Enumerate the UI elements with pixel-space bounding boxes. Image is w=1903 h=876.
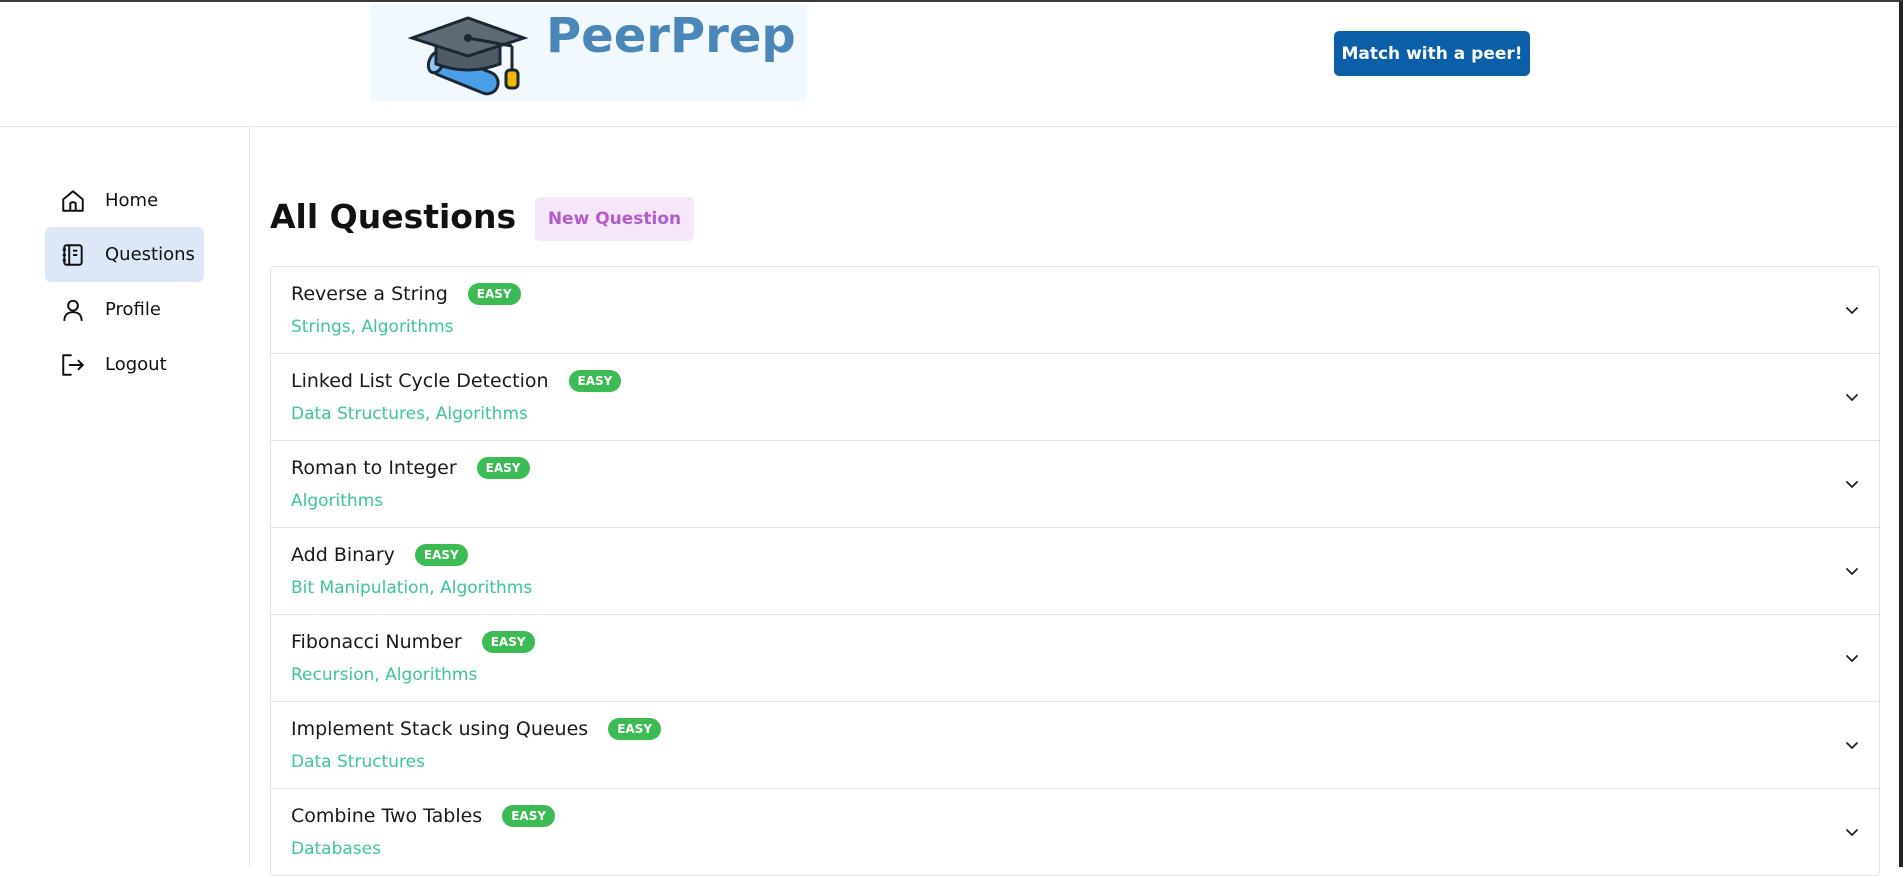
- question-title: Combine Two Tables: [291, 805, 483, 827]
- difficulty-badge: EASY: [481, 631, 535, 653]
- chevron-down-icon[interactable]: [1843, 475, 1861, 493]
- difficulty-badge: EASY: [608, 718, 662, 740]
- difficulty-badge: EASY: [568, 370, 622, 392]
- chevron-down-icon[interactable]: [1843, 823, 1861, 841]
- difficulty-badge: EASY: [467, 283, 521, 305]
- question-title: Fibonacci Number: [291, 631, 462, 653]
- sidebar-item-profile[interactable]: Profile: [45, 282, 204, 337]
- question-list: Reverse a String EASY Strings, Algorithm…: [270, 266, 1880, 876]
- question-item[interactable]: Fibonacci Number EASY Recursion, Algorit…: [271, 615, 1879, 702]
- question-categories: Recursion, Algorithms: [291, 665, 478, 685]
- sidebar-item-home[interactable]: Home: [45, 173, 204, 228]
- question-title: Linked List Cycle Detection: [291, 370, 549, 392]
- page-scrollbar[interactable]: [1899, 2, 1903, 867]
- main-content: All Questions New Question Reverse a Str…: [250, 127, 1899, 876]
- difficulty-badge: EASY: [476, 457, 530, 479]
- question-title: Add Binary: [291, 544, 395, 566]
- question-item[interactable]: Combine Two Tables EASY Databases: [271, 789, 1879, 875]
- logout-icon: [60, 352, 86, 378]
- page-title: All Questions: [270, 197, 517, 236]
- sidebar-item-label: Logout: [105, 354, 167, 375]
- chevron-down-icon[interactable]: [1843, 388, 1861, 406]
- sidebar-item-label: Profile: [105, 299, 161, 320]
- graduation-cap-icon: [408, 16, 528, 96]
- question-title: Implement Stack using Queues: [291, 718, 589, 740]
- user-icon: [60, 297, 86, 323]
- sidebar-item-label: Questions: [105, 244, 195, 265]
- question-categories: Databases: [291, 839, 381, 859]
- question-title: Roman to Integer: [291, 457, 457, 479]
- match-with-peer-button[interactable]: Match with a peer!: [1334, 31, 1530, 76]
- chevron-down-icon[interactable]: [1843, 649, 1861, 667]
- difficulty-badge: EASY: [502, 805, 556, 827]
- question-categories: Strings, Algorithms: [291, 317, 454, 337]
- question-item[interactable]: Linked List Cycle Detection EASY Data St…: [271, 354, 1879, 441]
- app-header: PeerPrep Match with a peer!: [0, 2, 1903, 127]
- question-categories: Bit Manipulation, Algorithms: [291, 578, 533, 598]
- question-item[interactable]: Roman to Integer EASY Algorithms: [271, 441, 1879, 528]
- app-logo-text: PeerPrep: [546, 8, 796, 64]
- question-item[interactable]: Add Binary EASY Bit Manipulation, Algori…: [271, 528, 1879, 615]
- app-logo[interactable]: PeerPrep: [370, 4, 807, 101]
- question-item[interactable]: Reverse a String EASY Strings, Algorithm…: [271, 267, 1879, 354]
- question-categories: Data Structures, Algorithms: [291, 404, 528, 424]
- chevron-down-icon[interactable]: [1843, 562, 1861, 580]
- chevron-down-icon[interactable]: [1843, 301, 1861, 319]
- home-icon: [60, 188, 86, 214]
- sidebar-item-logout[interactable]: Logout: [45, 337, 204, 392]
- sidebar-item-questions[interactable]: Questions: [45, 227, 204, 282]
- question-title: Reverse a String: [291, 283, 448, 305]
- sidebar-item-label: Home: [105, 190, 159, 211]
- question-categories: Algorithms: [291, 491, 384, 511]
- chevron-down-icon[interactable]: [1843, 736, 1861, 754]
- question-categories: Data Structures: [291, 752, 425, 772]
- question-item[interactable]: Implement Stack using Queues EASY Data S…: [271, 702, 1879, 789]
- difficulty-badge: EASY: [414, 544, 468, 566]
- new-question-button[interactable]: New Question: [535, 197, 694, 241]
- questions-icon: [60, 242, 86, 268]
- sidebar: Home Questions Profile Logout: [0, 127, 250, 867]
